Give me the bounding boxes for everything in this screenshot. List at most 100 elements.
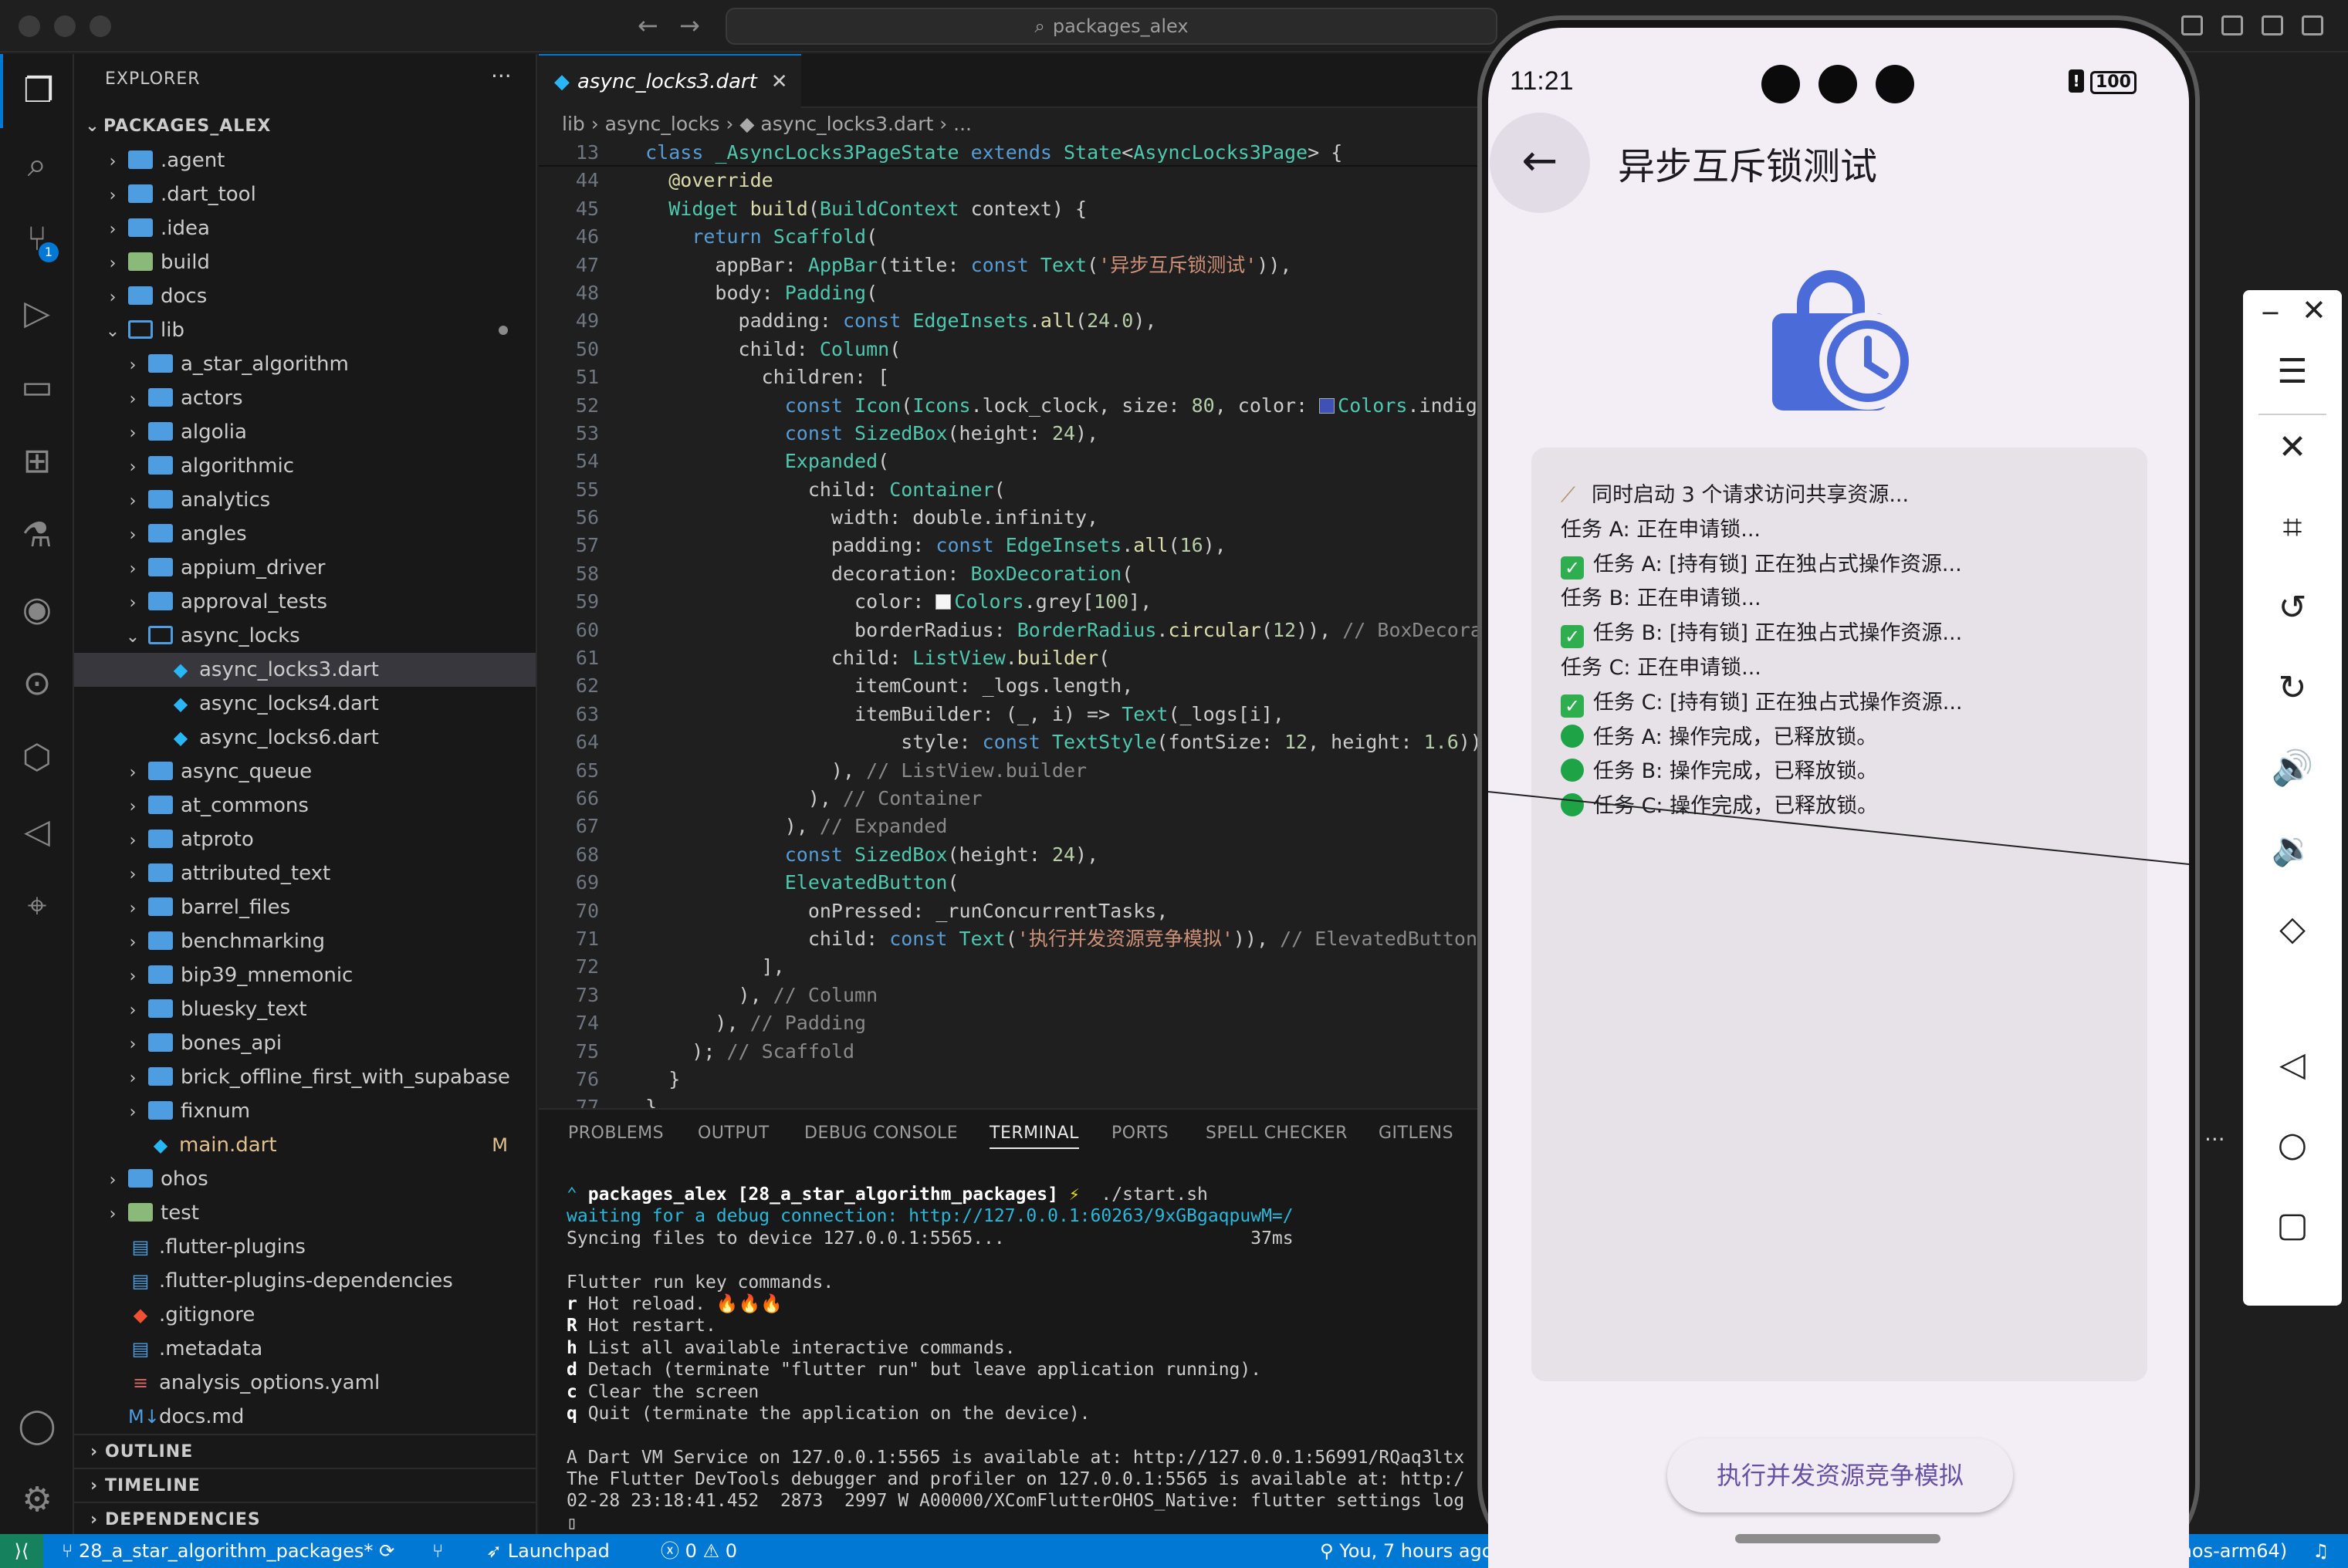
- code-line[interactable]: 70 onPressed: _runConcurrentTasks,: [539, 897, 1530, 925]
- tree-item[interactable]: › benchmarking: [74, 924, 536, 958]
- code-line[interactable]: 67 ), // Expanded: [539, 813, 1530, 840]
- nav-back-arrow-icon[interactable]: ←: [638, 11, 658, 40]
- tree-item[interactable]: ▤ .metadata: [74, 1332, 536, 1366]
- home-indicator[interactable]: [1735, 1534, 1940, 1543]
- tree-item[interactable]: › attributed_text: [74, 857, 536, 890]
- code-line[interactable]: 51 children: [: [539, 363, 1530, 391]
- rotate-left-icon[interactable]: ↺: [2243, 568, 2342, 648]
- code-line[interactable]: 52 const Icon(Icons.lock_clock, size: 80…: [539, 392, 1530, 420]
- tab-gitlens[interactable]: GITLENS: [1379, 1124, 1453, 1143]
- code-line[interactable]: 44 @override: [539, 167, 1530, 194]
- tree-item[interactable]: › appium_driver: [74, 551, 536, 585]
- code-line[interactable]: 47 appBar: AppBar(title: const Text('异步互…: [539, 252, 1530, 279]
- terminal-output[interactable]: ⌃ packages_alex [28_a_star_algorithm_pac…: [567, 1184, 1530, 1534]
- code-line[interactable]: 48 body: Padding(: [539, 279, 1530, 307]
- code-line[interactable]: 61 child: ListView.builder(: [539, 644, 1530, 672]
- tree-item[interactable]: ⌄ lib: [74, 313, 536, 347]
- tree-item[interactable]: › analytics: [74, 483, 536, 517]
- dependencies-section[interactable]: › DEPENDENCIES: [74, 1502, 536, 1536]
- tree-item[interactable]: › .idea: [74, 211, 536, 245]
- layout-secondary-sidebar-icon[interactable]: [2302, 15, 2323, 35]
- window-zoom-button[interactable]: [90, 15, 111, 37]
- tree-item[interactable]: › a_star_algorithm: [74, 347, 536, 381]
- tree-item[interactable]: › async_queue: [74, 755, 536, 789]
- run-concurrent-tasks-button[interactable]: 执行并发资源竞争模拟: [1667, 1438, 2013, 1512]
- nav-recents-square-icon[interactable]: ▢: [2243, 1185, 2342, 1266]
- code-line[interactable]: 60 borderRadius: BorderRadius.circular(1…: [539, 617, 1530, 644]
- code-line[interactable]: 54 Expanded(: [539, 448, 1530, 475]
- tree-item[interactable]: › at_commons: [74, 789, 536, 823]
- tree-item[interactable]: › test: [74, 1196, 536, 1230]
- code-line[interactable]: 68 const SizedBox(height: 24),: [539, 841, 1530, 869]
- containers-icon[interactable]: ⬡: [0, 721, 74, 795]
- log-card[interactable]: ⟋ 同时启动 3 个请求访问共享资源... 任务 A: 正在申请锁... ✓ 任务 A:…: [1531, 448, 2147, 1381]
- code-line[interactable]: 63 itemBuilder: (_, i) => Text(_logs[i],: [539, 701, 1530, 728]
- command-center-search[interactable]: ⌕ packages_alex: [726, 8, 1497, 45]
- code-line[interactable]: 62 itemCount: _logs.length,: [539, 672, 1530, 700]
- close-icon[interactable]: ✕: [2302, 293, 2326, 327]
- source-control-icon[interactable]: ⑂ 1: [0, 202, 74, 276]
- layout-editor-icon[interactable]: [2181, 15, 2203, 35]
- branch-indicator[interactable]: ⑂ 28_a_star_algorithm_packages* ⟳: [62, 1534, 394, 1568]
- launchpad-item[interactable]: ➶ Launchpad: [486, 1534, 610, 1568]
- breadcrumb[interactable]: lib › async_locks › ◆ async_locks3.dart …: [562, 113, 972, 135]
- code-line[interactable]: 50 child: Column(: [539, 336, 1530, 363]
- layout-sidebar-icon[interactable]: [2221, 15, 2243, 35]
- nav-home-circle-icon[interactable]: ○: [2243, 1105, 2342, 1185]
- run-debug-icon[interactable]: ▷: [0, 276, 74, 350]
- menu-icon[interactable]: ☰: [2243, 332, 2342, 412]
- tree-item[interactable]: › bip39_mnemonic: [74, 958, 536, 992]
- tree-item[interactable]: › algorithmic: [74, 449, 536, 483]
- tree-item[interactable]: ≡ analysis_options.yaml: [74, 1366, 536, 1400]
- phone-screen[interactable]: 11:21 ! 100 ← 异步互斥锁测试 ⟋ 同时启动 3 个请求访问共享资源.…: [1488, 28, 2189, 1568]
- tree-item[interactable]: › approval_tests: [74, 585, 536, 619]
- flutter-icon[interactable]: ◁: [0, 795, 74, 869]
- window-minimize-button[interactable]: [54, 15, 76, 37]
- code-line[interactable]: 49 padding: const EdgeInsets.all(24.0),: [539, 307, 1530, 335]
- code-line[interactable]: 46 return Scaffold(: [539, 223, 1530, 251]
- volume-down-icon[interactable]: 🔉: [2243, 809, 2342, 889]
- layout-panel-icon[interactable]: [2262, 15, 2283, 35]
- code-line[interactable]: 53 const SizedBox(height: 24),: [539, 420, 1530, 448]
- code-line[interactable]: 64 style: const TextStyle(fontSize: 12, …: [539, 728, 1530, 756]
- scan-icon[interactable]: ⌖: [0, 869, 74, 943]
- tree-item[interactable]: › ohos: [74, 1162, 536, 1196]
- git-blame-indicator[interactable]: ⚲ You, 7 hours ago: [1320, 1534, 1493, 1568]
- volume-up-icon[interactable]: 🔊: [2243, 728, 2342, 809]
- code-line[interactable]: 76 }: [539, 1066, 1530, 1093]
- settings-gear-icon[interactable]: ⚙: [0, 1463, 74, 1537]
- touch-off-icon[interactable]: ✕: [2243, 407, 2342, 488]
- timeline-section[interactable]: › TIMELINE: [74, 1468, 536, 1502]
- fold-device-icon[interactable]: ◇: [2243, 889, 2342, 969]
- extensions-icon[interactable]: ⊞: [0, 424, 74, 498]
- tree-item[interactable]: › .agent: [74, 144, 536, 177]
- remote-explorer-icon[interactable]: ▭: [0, 350, 74, 424]
- tree-item[interactable]: ▤ .flutter-plugins: [74, 1230, 536, 1264]
- tree-item[interactable]: › bones_api: [74, 1026, 536, 1060]
- tree-item[interactable]: › build: [74, 245, 536, 279]
- window-close-button[interactable]: [19, 15, 40, 37]
- code-line[interactable]: 13 class _AsyncLocks3PageState extends S…: [539, 139, 1530, 167]
- tab-output[interactable]: OUTPUT: [698, 1124, 770, 1143]
- code-line[interactable]: 66 ), // Container: [539, 785, 1530, 813]
- tree-item[interactable]: › algolia: [74, 415, 536, 449]
- tree-item[interactable]: › .dart_tool: [74, 177, 536, 211]
- search-icon[interactable]: ⌕: [0, 128, 74, 202]
- tree-item[interactable]: ◆ async_locks6.dart: [74, 721, 536, 755]
- code-line[interactable]: 65 ), // ListView.builder: [539, 757, 1530, 785]
- minimize-icon[interactable]: −: [2260, 298, 2281, 327]
- code-line[interactable]: 59 color: Colors.grey[100],: [539, 588, 1530, 616]
- code-line[interactable]: 58 decoration: BoxDecoration(: [539, 560, 1530, 588]
- git-graph-icon[interactable]: ⊙: [0, 647, 74, 721]
- gitlens-icon[interactable]: ◉: [0, 573, 74, 647]
- tree-item[interactable]: ▤ .flutter-plugins-dependencies: [74, 1264, 536, 1298]
- panel-more-actions-button[interactable]: ···: [2204, 1127, 2225, 1152]
- tab-spell-checker[interactable]: SPELL CHECKER: [1206, 1124, 1348, 1143]
- code-line[interactable]: 57 padding: const EdgeInsets.all(16),: [539, 532, 1530, 559]
- code-line[interactable]: 72 ],: [539, 953, 1530, 981]
- outline-section[interactable]: › OUTLINE: [74, 1434, 536, 1468]
- code-line[interactable]: 74 ), // Padding: [539, 1009, 1530, 1037]
- crop-screenshot-icon[interactable]: ⌗: [2243, 488, 2342, 568]
- tree-item[interactable]: › barrel_files: [74, 890, 536, 924]
- git-graph-status-icon[interactable]: ⑂: [432, 1534, 443, 1568]
